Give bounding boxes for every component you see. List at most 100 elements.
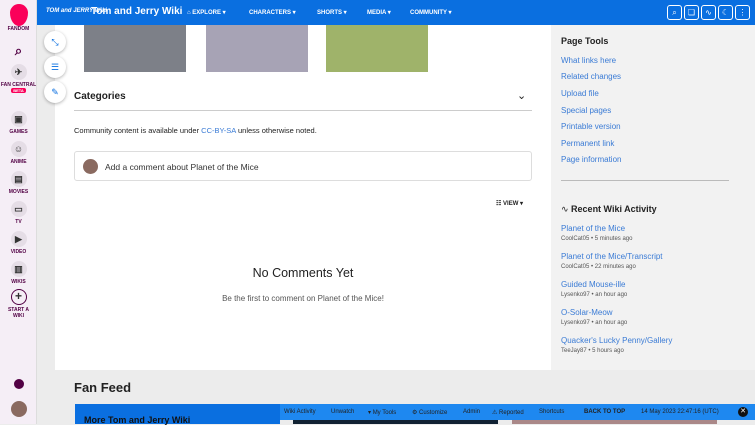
activity-link[interactable]: Guided Mouse-ille	[561, 280, 625, 289]
categories-heading[interactable]: Categories	[74, 91, 126, 102]
global-nav-rail: FANDOM ⌕ ✈ FAN CENTRAL BETA ▣ GAMES ☺ ANIME …	[0, 0, 37, 424]
label: GAMES	[9, 129, 28, 135]
activity-meta: Lysenko97 • an hour ago	[561, 292, 628, 298]
page-tools-heading: Page Tools	[561, 36, 609, 46]
toolbar-reported[interactable]: ⚠ Reported	[492, 409, 524, 416]
fan-feed-card[interactable]: More Tom and Jerry Wiki	[75, 404, 280, 425]
label: VIEW	[503, 201, 519, 207]
toolbar-shortcuts[interactable]: Shortcuts	[539, 409, 564, 415]
avatar[interactable]	[0, 401, 37, 417]
play-icon: ▶	[10, 231, 27, 247]
collapse-icon[interactable]: ⤡	[44, 31, 66, 53]
rail-tv[interactable]: ▭ TV	[0, 201, 37, 225]
label: TV	[15, 219, 22, 225]
search-icon[interactable]: ⌕	[0, 43, 37, 59]
page-tool-link[interactable]: Page information	[561, 155, 621, 164]
label: CHARACTERS	[249, 10, 291, 16]
nav-shorts[interactable]: SHORTS ▾	[317, 9, 347, 16]
rail-anime[interactable]: ☺ ANIME	[0, 141, 37, 165]
label: EXPLORE	[192, 10, 221, 16]
comment-placeholder: Add a comment about Planet of the Mice	[105, 162, 259, 172]
label: COMMUNITY	[410, 10, 447, 16]
more-icon[interactable]: ⋮	[735, 5, 750, 20]
page-tool-link[interactable]: Permanent link	[561, 139, 614, 148]
tv-icon: ▭	[10, 201, 27, 217]
rail-games[interactable]: ▣ GAMES	[0, 111, 37, 135]
notifications-icon[interactable]	[0, 379, 37, 389]
toolbar-my-tools[interactable]: ▾ My Tools	[368, 409, 396, 416]
label: Recent Wiki Activity	[571, 204, 657, 214]
label: SHORTS	[317, 10, 343, 16]
activity-icon[interactable]: ∿	[701, 5, 716, 20]
toolbar-unwatch[interactable]: Unwatch	[331, 409, 354, 415]
main-content: Categories ⌄ Community content is availa…	[55, 0, 551, 370]
nav-explore[interactable]: ⌂ EXPLORE ▾	[187, 9, 226, 16]
fan-feed-heading: Fan Feed	[74, 380, 132, 395]
toolbar-customize[interactable]: ⚙ Customize	[412, 409, 447, 416]
label: Customize	[419, 410, 448, 416]
rail-movies[interactable]: ▤ MOVIES	[0, 171, 37, 195]
activity-link[interactable]: Quacker's Lucky Penny/Gallery	[561, 336, 672, 345]
activity-icon: ∿	[561, 204, 572, 214]
page-tool-link[interactable]: Special pages	[561, 106, 611, 115]
toc-icon[interactable]: ☰	[44, 56, 66, 78]
activity-meta: Lysenko97 • an hour ago	[561, 320, 628, 326]
admin-toolbar: Wiki Activity Unwatch ▾ My Tools ⚙ Custo…	[280, 404, 755, 420]
view-dropdown[interactable]: ☷ VIEW ▾	[496, 200, 523, 207]
label: MOVIES	[8, 189, 29, 195]
clapper-icon: ▤	[10, 171, 27, 187]
nav-community[interactable]: COMMUNITY ▾	[410, 9, 452, 16]
rail-start-wiki[interactable]: + START A WIKI	[0, 289, 37, 319]
chevron-down-icon[interactable]: ⌄	[517, 89, 526, 102]
activity-meta: CoolCat05 • 22 minutes ago	[561, 264, 636, 270]
discussions-icon[interactable]: ❏	[684, 5, 699, 20]
label: START A WIKI	[7, 307, 30, 319]
activity-meta: TeeJay87 • 5 hours ago	[561, 348, 624, 354]
label: WIKIS	[11, 279, 26, 285]
nav-media[interactable]: MEDIA ▾	[367, 9, 391, 16]
activity-link[interactable]: Planet of the Mice	[561, 224, 625, 233]
no-comments-heading: No Comments Yet	[252, 266, 354, 280]
rail-video[interactable]: ▶ VIDEO	[0, 231, 37, 255]
gamepad-icon: ▣	[10, 111, 27, 127]
activity-heading: ∿ Recent Wiki Activity	[561, 204, 657, 215]
book-icon: ▥	[10, 261, 27, 277]
page-tool-link[interactable]: Printable version	[561, 122, 621, 131]
close-icon[interactable]: ✕	[738, 407, 748, 417]
activity-link[interactable]: Planet of the Mice/Transcript	[561, 252, 663, 261]
edit-icon[interactable]: ✎	[44, 81, 66, 103]
label: ANIME	[10, 159, 27, 165]
rail-fan-central[interactable]: ✈ FAN CENTRAL BETA	[0, 64, 37, 94]
wiki-title[interactable]: Tom and Jerry Wiki	[91, 6, 182, 17]
page-tool-link[interactable]: Upload file	[561, 89, 599, 98]
activity-meta: CoolCat05 • 5 minutes ago	[561, 236, 633, 242]
label: Reported	[499, 410, 524, 416]
no-comments-text: Be the first to comment on Planet of the…	[222, 294, 384, 303]
beta-badge: BETA	[11, 88, 26, 93]
toolbar-wiki-activity[interactable]: Wiki Activity	[284, 409, 316, 415]
anime-icon: ☺	[10, 141, 27, 157]
toolbar-admin[interactable]: Admin	[463, 409, 480, 415]
label: VIDEO	[10, 249, 27, 255]
activity-link[interactable]: O-Solar-Meow	[561, 308, 613, 317]
comment-input[interactable]: Add a comment about Planet of the Mice	[74, 151, 532, 181]
search-icon[interactable]: ⌕	[667, 5, 682, 20]
fandom-logo[interactable]: FANDOM	[0, 4, 37, 32]
divider	[561, 180, 729, 181]
nav-characters[interactable]: CHARACTERS ▾	[249, 9, 296, 16]
theme-toggle-icon[interactable]: ☾	[718, 5, 733, 20]
divider	[74, 110, 532, 111]
page-tool-link[interactable]: What links here	[561, 56, 616, 65]
plus-icon: +	[10, 289, 27, 305]
license-link[interactable]: CC-BY-SA	[201, 126, 236, 135]
timestamp: 14 May 2023 22:47:16 (UTC)	[641, 409, 719, 415]
rail-wikis[interactable]: ▥ WIKIS	[0, 261, 37, 285]
license-pre: Community content is available under	[74, 126, 202, 135]
back-to-top-button[interactable]: BACK TO TOP	[584, 409, 625, 415]
avatar	[83, 159, 98, 174]
license-post: unless otherwise noted.	[235, 126, 317, 135]
wiki-header: TOM and JERRY Wiki Tom and Jerry Wiki ⌂ …	[37, 0, 755, 25]
page-tool-link[interactable]: Related changes	[561, 72, 621, 81]
fandom-label: FANDOM	[7, 26, 30, 32]
right-rail: Page Tools What links here Related chang…	[551, 25, 755, 370]
